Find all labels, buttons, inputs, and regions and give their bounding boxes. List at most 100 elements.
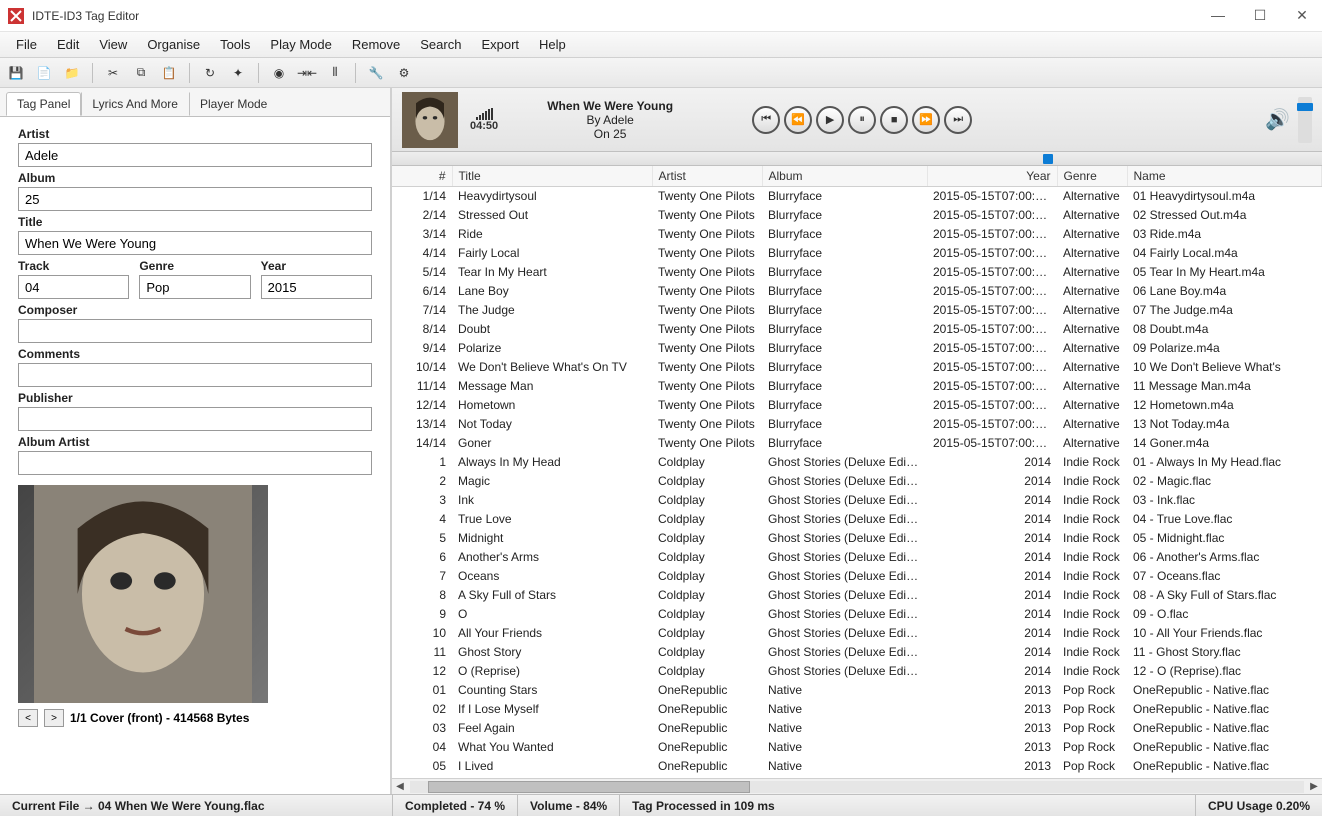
album-input[interactable]	[18, 187, 372, 211]
cover-art[interactable]	[18, 485, 268, 703]
open-folder-icon[interactable]: 📁	[62, 63, 82, 83]
comments-input[interactable]	[18, 363, 372, 387]
col-name[interactable]: Name	[1127, 166, 1322, 187]
table-row[interactable]: 10All Your FriendsColdplayGhost Stories …	[392, 624, 1322, 643]
table-row[interactable]: 9OColdplayGhost Stories (Deluxe Edition)…	[392, 605, 1322, 624]
table-row[interactable]: 11/14Message ManTwenty One PilotsBlurryf…	[392, 377, 1322, 396]
wand-icon[interactable]: ✦	[228, 63, 248, 83]
equalizer-icon[interactable]: ⫴	[325, 63, 345, 83]
table-row[interactable]: 03Feel AgainOneRepublicNative2013Pop Roc…	[392, 719, 1322, 738]
table-row[interactable]: 11Ghost StoryColdplayGhost Stories (Delu…	[392, 643, 1322, 662]
track-input[interactable]	[18, 275, 129, 299]
tab-lyrics-and-more[interactable]: Lyrics And More	[81, 92, 189, 116]
composer-input[interactable]	[18, 319, 372, 343]
table-row[interactable]: 6/14Lane BoyTwenty One PilotsBlurryface2…	[392, 282, 1322, 301]
table-row[interactable]: 14/14GonerTwenty One PilotsBlurryface201…	[392, 434, 1322, 453]
table-row[interactable]: 12O (Reprise)ColdplayGhost Stories (Delu…	[392, 662, 1322, 681]
table-row[interactable]: 5MidnightColdplayGhost Stories (Deluxe E…	[392, 529, 1322, 548]
table-row[interactable]: 02If I Lose MyselfOneRepublicNative2013P…	[392, 700, 1322, 719]
maximize-button[interactable]: ☐	[1248, 7, 1272, 24]
table-row[interactable]: 01Counting StarsOneRepublicNative2013Pop…	[392, 681, 1322, 700]
table-row[interactable]: 2/14Stressed OutTwenty One PilotsBlurryf…	[392, 206, 1322, 225]
forward-button[interactable]: ⏩	[912, 106, 940, 134]
table-row[interactable]: 3/14RideTwenty One PilotsBlurryface2015-…	[392, 225, 1322, 244]
gear-icon[interactable]: ⚙	[394, 63, 414, 83]
paste-icon[interactable]: 📋	[159, 63, 179, 83]
copy-icon[interactable]: ⧉	[131, 63, 151, 83]
volume-slider[interactable]	[1298, 97, 1312, 143]
stop-button[interactable]: ■	[880, 106, 908, 134]
genre-input[interactable]	[139, 275, 250, 299]
toolbar: 💾 📄 📁 ✂ ⧉ 📋 ↻ ✦ ◉ ⇥⇤ ⫴ 🔧 ⚙	[0, 58, 1322, 88]
save-icon[interactable]: 💾	[6, 63, 26, 83]
table-row[interactable]: 13/14Not TodayTwenty One PilotsBlurryfac…	[392, 415, 1322, 434]
collapse-icon[interactable]: ⇥⇤	[297, 63, 317, 83]
rewind-button[interactable]: ⏪	[784, 106, 812, 134]
track-grid[interactable]: #TitleArtistAlbumYearGenreName 1/14Heavy…	[392, 166, 1322, 778]
col-#[interactable]: #	[392, 166, 452, 187]
table-row[interactable]: 2MagicColdplayGhost Stories (Deluxe Edit…	[392, 472, 1322, 491]
settings-icon[interactable]: 🔧	[366, 63, 386, 83]
year-label: Year	[261, 259, 372, 273]
tabs: Tag PanelLyrics And MorePlayer Mode	[0, 88, 390, 116]
table-row[interactable]: 6Another's ArmsColdplayGhost Stories (De…	[392, 548, 1322, 567]
col-year[interactable]: Year	[927, 166, 1057, 187]
globe-icon[interactable]: ◉	[269, 63, 289, 83]
col-genre[interactable]: Genre	[1057, 166, 1127, 187]
menu-play-mode[interactable]: Play Mode	[262, 34, 339, 55]
artist-input[interactable]	[18, 143, 372, 167]
now-playing-art	[402, 92, 458, 148]
col-title[interactable]: Title	[452, 166, 652, 187]
table-row[interactable]: 4True LoveColdplayGhost Stories (Deluxe …	[392, 510, 1322, 529]
table-row[interactable]: 5/14Tear In My HeartTwenty One PilotsBlu…	[392, 263, 1322, 282]
menubar: FileEditViewOrganiseToolsPlay ModeRemove…	[0, 32, 1322, 58]
table-row[interactable]: 05I LivedOneRepublicNative2013Pop RockOn…	[392, 757, 1322, 776]
pause-button[interactable]: ⏸	[848, 106, 876, 134]
table-row[interactable]: 7OceansColdplayGhost Stories (Deluxe Edi…	[392, 567, 1322, 586]
table-row[interactable]: 3InkColdplayGhost Stories (Deluxe Editio…	[392, 491, 1322, 510]
menu-search[interactable]: Search	[412, 34, 469, 55]
scroll-left-icon[interactable]: ◀	[392, 781, 408, 792]
year-input[interactable]	[261, 275, 372, 299]
menu-file[interactable]: File	[8, 34, 45, 55]
minimize-button[interactable]: —	[1206, 7, 1230, 24]
table-row[interactable]: 8/14DoubtTwenty One PilotsBlurryface2015…	[392, 320, 1322, 339]
tab-player-mode[interactable]: Player Mode	[189, 92, 278, 116]
table-row[interactable]: 7/14The JudgeTwenty One PilotsBlurryface…	[392, 301, 1322, 320]
title-input[interactable]	[18, 231, 372, 255]
play-button[interactable]: ▶	[816, 106, 844, 134]
table-row[interactable]: 9/14PolarizeTwenty One PilotsBlurryface2…	[392, 339, 1322, 358]
open-file-icon[interactable]: 📄	[34, 63, 54, 83]
seek-slider[interactable]	[392, 152, 1322, 166]
tab-tag-panel[interactable]: Tag Panel	[6, 92, 81, 116]
refresh-icon[interactable]: ↻	[200, 63, 220, 83]
cut-icon[interactable]: ✂	[103, 63, 123, 83]
table-row[interactable]: 12/14HometownTwenty One PilotsBlurryface…	[392, 396, 1322, 415]
skip-fwd-button[interactable]: ⏭	[944, 106, 972, 134]
table-row[interactable]: 06Light It UpOneRepublicNative2013Pop Ro…	[392, 776, 1322, 779]
scroll-right-icon[interactable]: ▶	[1306, 781, 1322, 792]
cover-prev-button[interactable]: <	[18, 709, 38, 727]
menu-organise[interactable]: Organise	[139, 34, 208, 55]
table-row[interactable]: 8A Sky Full of StarsColdplayGhost Storie…	[392, 586, 1322, 605]
table-row[interactable]: 04What You WantedOneRepublicNative2013Po…	[392, 738, 1322, 757]
menu-tools[interactable]: Tools	[212, 34, 258, 55]
col-album[interactable]: Album	[762, 166, 927, 187]
close-button[interactable]: ✕	[1290, 7, 1314, 24]
table-row[interactable]: 1Always In My HeadColdplayGhost Stories …	[392, 453, 1322, 472]
publisher-input[interactable]	[18, 407, 372, 431]
menu-remove[interactable]: Remove	[344, 34, 408, 55]
menu-export[interactable]: Export	[473, 34, 527, 55]
table-row[interactable]: 4/14Fairly LocalTwenty One PilotsBlurryf…	[392, 244, 1322, 263]
horizontal-scrollbar[interactable]: ◀ ▶	[392, 778, 1322, 794]
cover-next-button[interactable]: >	[44, 709, 64, 727]
speaker-icon[interactable]: 🔊	[1265, 107, 1290, 132]
menu-view[interactable]: View	[91, 34, 135, 55]
table-row[interactable]: 1/14HeavydirtysoulTwenty One PilotsBlurr…	[392, 187, 1322, 206]
albumartist-input[interactable]	[18, 451, 372, 475]
col-artist[interactable]: Artist	[652, 166, 762, 187]
table-row[interactable]: 10/14We Don't Believe What's On TVTwenty…	[392, 358, 1322, 377]
menu-help[interactable]: Help	[531, 34, 574, 55]
menu-edit[interactable]: Edit	[49, 34, 87, 55]
skip-back-button[interactable]: ⏮	[752, 106, 780, 134]
